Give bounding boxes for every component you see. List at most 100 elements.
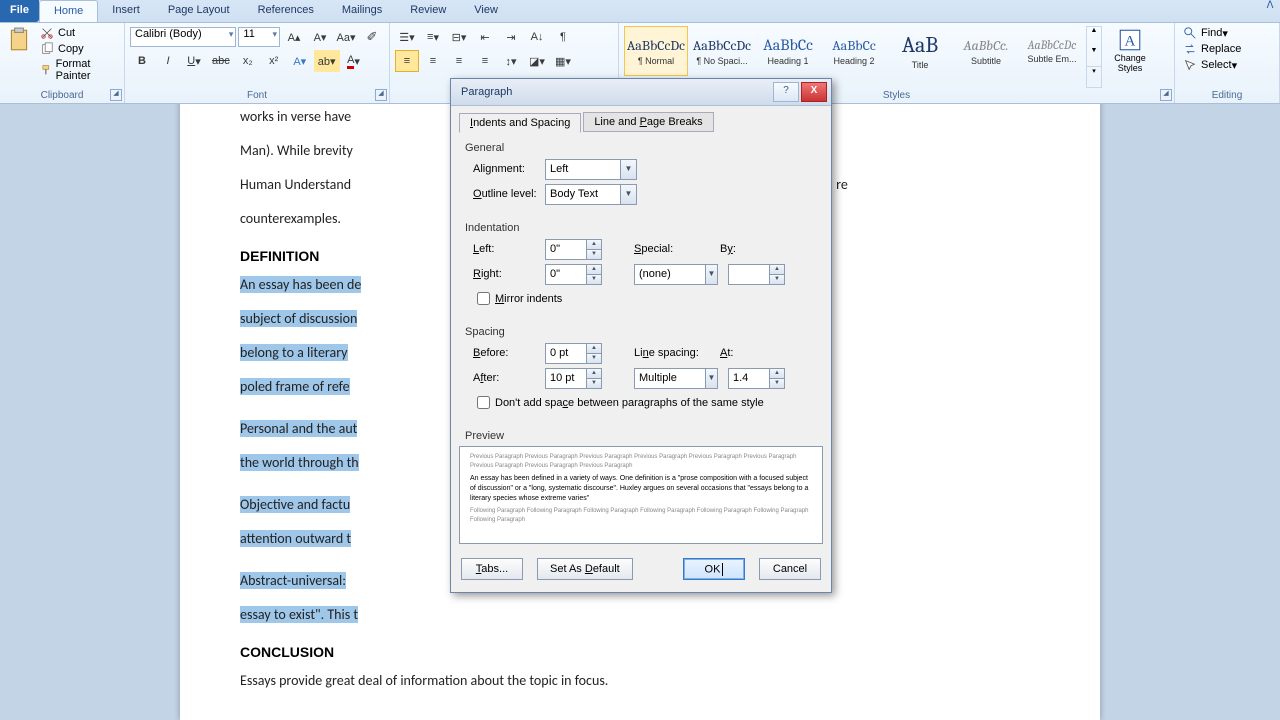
select-icon: [1183, 58, 1197, 72]
ok-button[interactable]: OK: [683, 558, 745, 580]
strikethrough-button[interactable]: abc: [208, 50, 234, 72]
line-spacing-select[interactable]: ▼: [634, 368, 718, 389]
style-normal[interactable]: AaBbCcDc¶ Normal: [624, 26, 688, 76]
show-marks-button[interactable]: ¶: [551, 26, 575, 48]
mirror-indents-checkbox[interactable]: Mirror indents: [473, 289, 817, 308]
subscript-button[interactable]: x₂: [236, 50, 260, 72]
font-color-button[interactable]: A▾: [342, 50, 366, 72]
font-name-value: Calibri (Body): [135, 28, 202, 40]
dialog-title: Paragraph: [455, 86, 771, 98]
shrink-font-button[interactable]: A▾: [308, 26, 332, 48]
minimize-ribbon-icon[interactable]: ᐱ: [1260, 0, 1280, 22]
clear-formatting-button[interactable]: ✐: [360, 26, 384, 48]
clipboard-launcher[interactable]: ◢: [110, 89, 122, 101]
underline-button[interactable]: U▾: [182, 50, 206, 72]
style-subtle-em[interactable]: AaBbCcDcSubtle Em...: [1020, 26, 1084, 76]
highlight-button[interactable]: ab▾: [314, 50, 340, 72]
tab-review[interactable]: Review: [396, 0, 460, 22]
line-spacing-label: Line spacing:: [634, 347, 720, 359]
styles-scroll[interactable]: ▲▼▾: [1086, 26, 1102, 88]
cut-button[interactable]: Cut: [36, 25, 120, 41]
replace-icon: [1183, 42, 1197, 56]
before-spinner[interactable]: ▲▼: [545, 343, 602, 364]
multilevel-button[interactable]: ⊟▾: [447, 26, 471, 48]
style-title[interactable]: AaBTitle: [888, 26, 952, 76]
tab-file[interactable]: File: [0, 0, 39, 22]
special-select[interactable]: ▼: [634, 264, 718, 285]
conclusion-text: Essays provide great deal of information…: [240, 668, 1040, 694]
by-spinner[interactable]: ▲▼: [728, 264, 785, 285]
font-size-value: 11: [243, 28, 254, 40]
eraser-icon: ✐: [367, 29, 378, 45]
styles-launcher[interactable]: ◢: [1160, 89, 1172, 101]
tab-page-layout[interactable]: Page Layout: [154, 0, 244, 22]
grow-font-button[interactable]: A▴: [282, 26, 306, 48]
find-icon: [1183, 26, 1197, 40]
outline-select[interactable]: ▼: [545, 184, 637, 205]
align-left-button[interactable]: ≡: [395, 50, 419, 72]
tab-line-page-breaks[interactable]: Line and Page Breaks: [583, 112, 713, 132]
select-button[interactable]: Select ▾: [1179, 57, 1275, 73]
decrease-indent-button[interactable]: ⇤: [473, 26, 497, 48]
find-button[interactable]: Find ▾: [1179, 25, 1275, 41]
style-no-spacing[interactable]: AaBbCcDc¶ No Spaci...: [690, 26, 754, 76]
close-button[interactable]: X: [801, 82, 827, 102]
paste-icon: [5, 27, 33, 53]
font-size-select[interactable]: 11: [238, 27, 280, 47]
bold-button[interactable]: B: [130, 50, 154, 72]
format-painter-button[interactable]: Format Painter: [36, 57, 120, 83]
general-label: General: [465, 142, 817, 154]
copy-icon: [40, 42, 54, 56]
font-name-select[interactable]: Calibri (Body): [130, 27, 236, 47]
text-effects-button[interactable]: A▾: [288, 50, 312, 72]
font-group-label: Font: [129, 89, 385, 103]
tab-home[interactable]: Home: [39, 0, 98, 22]
replace-button[interactable]: Replace: [1179, 41, 1275, 57]
tab-view[interactable]: View: [460, 0, 512, 22]
no-space-same-style-checkbox[interactable]: Don't add space between paragraphs of th…: [473, 393, 817, 412]
ribbon-tabs: File Home Insert Page Layout References …: [0, 0, 1280, 23]
sort-button[interactable]: A↓: [525, 26, 549, 48]
tab-references[interactable]: References: [244, 0, 328, 22]
bullets-icon: ☰: [399, 31, 409, 44]
change-styles-icon: A: [1116, 27, 1144, 53]
shading-button[interactable]: ◪▾: [525, 50, 549, 72]
at-label: At:: [720, 347, 760, 359]
align-right-button[interactable]: ≡: [447, 50, 471, 72]
style-subtitle[interactable]: AaBbCc.Subtitle: [954, 26, 1018, 76]
font-launcher[interactable]: ◢: [375, 89, 387, 101]
outline-label: Outline level:: [465, 188, 545, 200]
align-center-button[interactable]: ≡: [421, 50, 445, 72]
set-default-button[interactable]: Set As Default: [537, 558, 633, 580]
copy-label: Copy: [58, 43, 84, 55]
tabs-button[interactable]: Tabs...: [461, 558, 523, 580]
before-label: Before:: [465, 347, 545, 359]
copy-button[interactable]: Copy: [36, 41, 120, 57]
style-heading1[interactable]: AaBbCcHeading 1: [756, 26, 820, 76]
increase-indent-button[interactable]: ⇥: [499, 26, 523, 48]
after-spinner[interactable]: ▲▼: [545, 368, 602, 389]
tab-mailings[interactable]: Mailings: [328, 0, 396, 22]
numbering-button[interactable]: ≡▾: [421, 26, 445, 48]
style-heading2[interactable]: AaBbCcHeading 2: [822, 26, 886, 76]
justify-button[interactable]: ≡: [473, 50, 497, 72]
at-spinner[interactable]: ▲▼: [728, 368, 785, 389]
cancel-button[interactable]: Cancel: [759, 558, 821, 580]
tab-insert[interactable]: Insert: [98, 0, 154, 22]
format-painter-label: Format Painter: [56, 58, 116, 82]
dialog-titlebar[interactable]: Paragraph ? X: [451, 79, 831, 106]
brush-icon: [40, 63, 52, 77]
borders-button[interactable]: ▦▾: [551, 50, 575, 72]
indent-right-spinner[interactable]: ▲▼: [545, 264, 602, 285]
change-case-button[interactable]: Aa▾: [334, 26, 358, 48]
bullets-button[interactable]: ☰▾: [395, 26, 419, 48]
help-button[interactable]: ?: [773, 82, 799, 102]
superscript-button[interactable]: x²: [262, 50, 286, 72]
tab-indents-spacing[interactable]: Indents and Spacing: [459, 113, 581, 133]
change-styles-button[interactable]: A Change Styles: [1103, 25, 1157, 89]
line-spacing-button[interactable]: ↕▾: [499, 50, 523, 72]
alignment-select[interactable]: ▼: [545, 159, 637, 180]
italic-button[interactable]: I: [156, 50, 180, 72]
paste-button[interactable]: [4, 25, 34, 89]
indent-left-spinner[interactable]: ▲▼: [545, 239, 602, 260]
